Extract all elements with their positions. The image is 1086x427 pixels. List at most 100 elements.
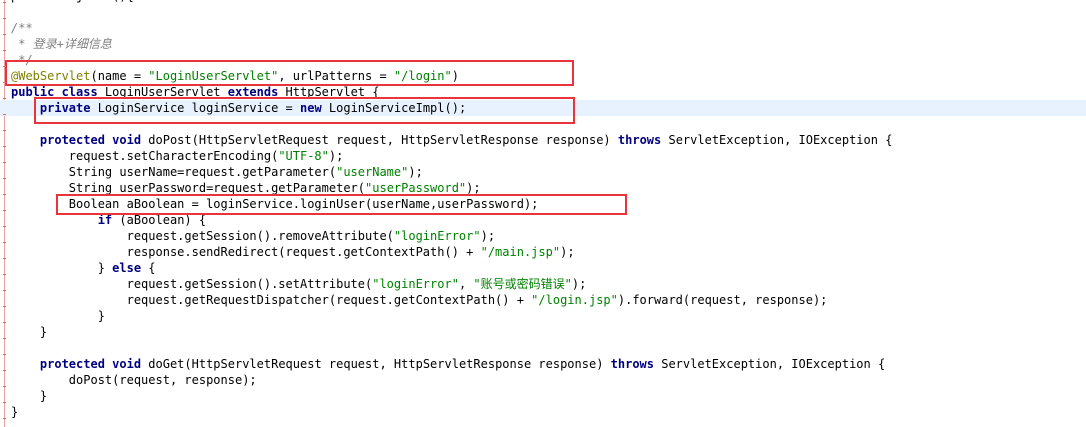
code-line: } else { bbox=[11, 260, 156, 276]
gutter-marker bbox=[3, 194, 6, 195]
code-line: protected void doGet(HttpServletRequest … bbox=[11, 356, 885, 372]
code-token-kw: protected void bbox=[39, 133, 149, 147]
code-token: (name = bbox=[90, 69, 149, 83]
code-line: } bbox=[11, 404, 18, 420]
code-token-kw: public class bbox=[11, 85, 105, 99]
code-token: } bbox=[11, 405, 19, 419]
code-token: ServletException, IOException { bbox=[668, 133, 893, 147]
code-token: response.sendRedirect(request.getContext… bbox=[11, 245, 481, 259]
gutter-marker bbox=[3, 178, 6, 179]
code-token-kw: protected void bbox=[39, 357, 149, 371]
code-token: request.getSession().setAttribute( bbox=[11, 277, 373, 291]
code-token-cmt: * 登录+详细信息 bbox=[11, 37, 112, 51]
code-token-cmt: */ bbox=[11, 53, 33, 67]
gutter-marker bbox=[3, 322, 6, 323]
gutter-marker bbox=[3, 98, 6, 99]
code-token: ); bbox=[480, 229, 496, 243]
code-line: @WebServlet(name = "LoginUserServlet", u… bbox=[11, 68, 459, 84]
gutter-marker bbox=[3, 50, 6, 51]
code-token: String userName=request.getParameter( bbox=[11, 165, 337, 179]
code-line: response.sendRedirect(request.getContext… bbox=[11, 244, 575, 260]
code-token: public Object bbox=[11, 0, 112, 3]
gutter-marker bbox=[3, 274, 6, 275]
code-token: , urlPatterns = bbox=[278, 69, 394, 83]
gutter-marker bbox=[3, 34, 6, 35]
code-token-kw: else bbox=[112, 261, 149, 275]
gutter-marker bbox=[3, 226, 6, 227]
code-token-str: "/login" bbox=[393, 69, 452, 83]
gutter-marker bbox=[3, 18, 6, 19]
code-line: doPost(request, response); bbox=[11, 372, 257, 388]
gutter-marker bbox=[3, 242, 6, 243]
code-token-str: "UTF-8" bbox=[278, 149, 329, 163]
code-token: ); bbox=[466, 181, 481, 195]
code-token-kw: extends bbox=[227, 85, 286, 99]
code-token: ); bbox=[328, 149, 344, 163]
gutter-marker bbox=[3, 306, 6, 307]
gutter-marker bbox=[3, 290, 6, 291]
code-token: doPost(request, response); bbox=[11, 373, 257, 387]
gutter-marker bbox=[3, 162, 6, 163]
code-token: HttpServlet { bbox=[285, 85, 380, 99]
code-line: String userPassword=request.getParameter… bbox=[11, 180, 481, 196]
code-token-str: "账号或密码错误" bbox=[473, 277, 572, 291]
code-line: private LoginService loginService = new … bbox=[11, 100, 466, 116]
code-line: Boolean aBoolean = loginService.loginUse… bbox=[11, 196, 539, 212]
code-line: */ bbox=[11, 52, 33, 68]
code-line: public Object (){ bbox=[11, 0, 134, 4]
code-token: ServletException, IOException { bbox=[661, 357, 886, 371]
code-line: request.setCharacterEncoding("UTF-8"); bbox=[11, 148, 344, 164]
code-line: * 登录+详细信息 bbox=[11, 36, 112, 52]
code-line: request.getSession().setAttribute("login… bbox=[11, 276, 587, 292]
code-line: if (aBoolean) { bbox=[11, 212, 206, 228]
code-token: } bbox=[11, 389, 48, 403]
code-token: ); bbox=[408, 165, 423, 179]
code-token: ).forward(request, response); bbox=[617, 293, 828, 307]
code-token: } bbox=[11, 325, 48, 339]
code-token: ) bbox=[451, 69, 459, 83]
code-line: } bbox=[11, 308, 105, 324]
gutter-marker bbox=[3, 370, 6, 371]
code-token-str: "/login.jsp" bbox=[531, 293, 618, 307]
gutter-marker bbox=[3, 402, 6, 403]
fold-gutter bbox=[4, 0, 5, 427]
code-token-kw: if bbox=[97, 213, 120, 227]
gutter-marker bbox=[3, 338, 6, 339]
code-token-str: "loginError" bbox=[393, 229, 481, 243]
gutter-marker bbox=[3, 2, 6, 3]
code-line: } bbox=[11, 324, 47, 340]
code-token: ); bbox=[560, 245, 575, 259]
gutter-marker bbox=[3, 210, 6, 211]
code-token: String userPassword=request.getParameter… bbox=[11, 181, 366, 195]
gutter-marker bbox=[3, 258, 6, 259]
code-token: } bbox=[11, 261, 113, 275]
code-token: { bbox=[127, 0, 134, 3]
code-token: doGet(HttpServletRequest request, HttpSe… bbox=[148, 357, 611, 371]
code-line: /** bbox=[11, 20, 33, 36]
code-token-str: "userName" bbox=[336, 165, 409, 179]
gutter-marker bbox=[3, 146, 6, 147]
gutter-marker bbox=[3, 354, 6, 355]
code-token: request.setCharacterEncoding( bbox=[11, 149, 279, 163]
code-token: Boolean aBoolean = loginService.loginUse… bbox=[11, 197, 539, 211]
code-editor[interactable]: public Object (){/** * 登录+详细信息 */@WebSer… bbox=[0, 0, 1086, 427]
code-line: request.getSession().removeAttribute("lo… bbox=[11, 228, 495, 244]
code-token: request.getSession().removeAttribute( bbox=[11, 229, 394, 243]
code-token: LoginServiceImpl(); bbox=[328, 101, 467, 115]
code-token: () bbox=[112, 0, 126, 3]
code-token: LoginUserServlet bbox=[104, 85, 228, 99]
gutter-marker bbox=[3, 386, 6, 387]
code-token: } bbox=[11, 309, 105, 323]
code-line: protected void doPost(HttpServletRequest… bbox=[11, 132, 893, 148]
gutter-marker bbox=[3, 66, 6, 67]
code-line: String userName=request.getParameter("us… bbox=[11, 164, 423, 180]
code-token-kw: throws bbox=[610, 357, 662, 371]
code-token-str: "/main.jsp" bbox=[480, 245, 561, 259]
code-line: request.getRequestDispatcher(request.get… bbox=[11, 292, 828, 308]
code-token-str: "LoginUserServlet" bbox=[148, 69, 279, 83]
code-token: { bbox=[148, 261, 156, 275]
code-token-cmt: /** bbox=[11, 21, 33, 35]
